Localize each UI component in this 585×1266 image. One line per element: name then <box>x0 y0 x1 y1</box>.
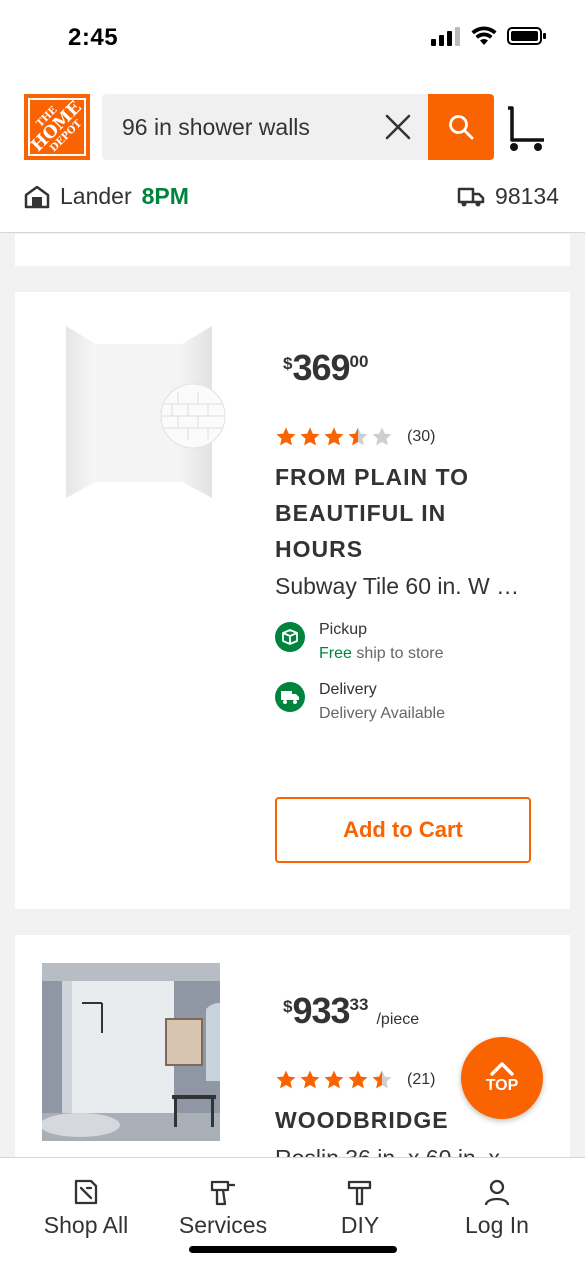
nav-services[interactable]: Services <box>163 1178 283 1239</box>
search-button[interactable] <box>428 94 494 160</box>
pickup-title: Pickup <box>319 621 368 638</box>
review-count: (21) <box>407 1071 436 1088</box>
product-card: $ 369 00 (30) FROM PLAIN TO BEAUTIFUL IN… <box>15 292 570 909</box>
pickup-option: Pickup Free ship to store <box>275 618 444 666</box>
delivery-zip-selector[interactable]: 98134 <box>457 183 559 210</box>
price-currency: $ <box>283 354 293 373</box>
price-unit: /piece <box>376 1011 420 1028</box>
nav-shop-all-label: Shop All <box>43 1212 129 1238</box>
star-icon <box>276 427 296 446</box>
truck-icon <box>457 187 485 206</box>
star-icon <box>300 1070 320 1089</box>
product-title[interactable]: Subway Tile 60 in. W … <box>275 573 519 600</box>
pickup-free: Free <box>319 645 352 662</box>
battery-icon <box>507 27 546 45</box>
add-to-cart-button[interactable]: Add to Cart <box>275 797 531 863</box>
product-headline[interactable]: WOODBRIDGE <box>275 1102 449 1138</box>
zip-code: 98134 <box>495 183 559 209</box>
hammer-icon <box>347 1180 372 1206</box>
rating-stars <box>275 1069 395 1091</box>
home-indicator <box>189 1246 397 1253</box>
delivery-option: Delivery Delivery Available <box>275 678 445 726</box>
close-icon <box>385 114 411 140</box>
product-image[interactable] <box>64 324 229 504</box>
cart-button[interactable] <box>504 102 548 154</box>
search-box <box>102 94 428 160</box>
review-count: (30) <box>407 428 436 445</box>
product-card-partial <box>15 234 570 266</box>
star-icon <box>324 1070 344 1089</box>
star-icon <box>348 1070 368 1089</box>
star-icon <box>372 427 392 446</box>
store-icon <box>24 185 50 208</box>
pickup-rest: ship to store <box>351 645 444 662</box>
back-to-top-button[interactable]: TOP <box>461 1037 543 1119</box>
wifi-icon <box>471 26 497 45</box>
search-input[interactable] <box>122 94 372 160</box>
chevron-up-icon <box>490 1062 514 1076</box>
star-icon <box>276 1070 296 1089</box>
price-whole: 933 <box>292 990 350 1031</box>
status-icons <box>431 26 547 46</box>
nav-diy[interactable]: DIY <box>300 1178 420 1239</box>
star-icon <box>300 427 320 446</box>
nav-shop-all[interactable]: Shop All <box>26 1178 146 1239</box>
search-icon <box>449 115 474 140</box>
product-rating[interactable]: (30) <box>275 426 435 448</box>
store-name: Lander <box>60 183 132 209</box>
tag-icon <box>74 1179 98 1205</box>
price-whole: 369 <box>292 347 350 388</box>
product-image[interactable] <box>42 963 220 1141</box>
nav-log-in[interactable]: Log In <box>437 1178 557 1239</box>
home-depot-logo[interactable]: THE HOME DEPOT <box>24 94 90 160</box>
rating-stars <box>275 426 395 448</box>
cart-icon <box>508 106 544 151</box>
product-price: $ 369 00 <box>283 348 368 388</box>
product-headline[interactable]: FROM PLAIN TO BEAUTIFUL IN HOURS <box>275 459 535 567</box>
nav-services-label: Services <box>178 1212 268 1238</box>
back-to-top-label: TOP <box>485 1077 519 1094</box>
clear-search-button[interactable] <box>382 111 414 143</box>
drill-icon <box>210 1180 235 1206</box>
nav-diy-label: DIY <box>340 1212 380 1238</box>
store-hours: 8PM <box>141 183 189 209</box>
delivery-detail: Delivery Available <box>319 705 445 722</box>
delivery-truck-icon <box>275 682 305 712</box>
price-cents: 00 <box>349 352 369 371</box>
product-rating[interactable]: (21) <box>275 1069 435 1091</box>
app-header: THE HOME DEPOT Lander 8PM <box>0 80 585 233</box>
user-icon <box>484 1179 510 1206</box>
star-icon <box>324 427 344 446</box>
pickup-detail: Free ship to store <box>319 642 444 666</box>
star-icon <box>348 427 368 446</box>
delivery-title: Delivery <box>319 681 377 698</box>
status-bar: 2:45 <box>0 0 585 80</box>
star-icon <box>372 1070 392 1089</box>
bottom-navigation: Shop All Services DIY Log In <box>0 1157 585 1266</box>
store-selector[interactable]: Lander 8PM <box>24 183 189 210</box>
signal-icon <box>431 27 460 46</box>
nav-log-in-label: Log In <box>465 1212 529 1238</box>
price-currency: $ <box>283 997 293 1016</box>
pickup-icon <box>275 622 305 652</box>
price-cents: 33 <box>349 995 369 1014</box>
status-time: 2:45 <box>68 24 119 51</box>
product-price: $ 933 33 /piece <box>283 991 419 1031</box>
